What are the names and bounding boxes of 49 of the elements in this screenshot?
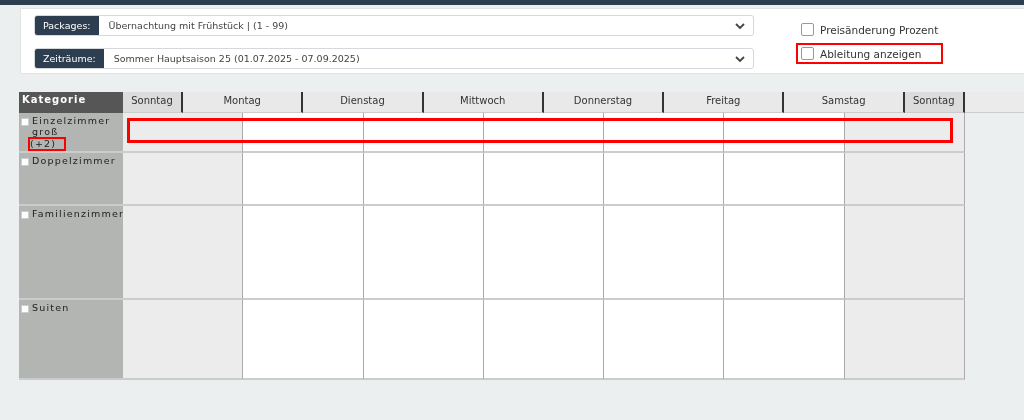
- price-cell[interactable]: [604, 300, 725, 380]
- price-cell[interactable]: [363, 300, 484, 380]
- price-cell[interactable]: [483, 206, 605, 300]
- option-label: Ableitung anzeigen: [820, 47, 922, 60]
- day-header: Samstag: [784, 92, 905, 113]
- chevron-icon: [735, 54, 745, 63]
- price-cell[interactable]: [123, 206, 244, 300]
- column-header: Kategorie: [19, 92, 123, 113]
- price-cell[interactable]: [604, 206, 725, 300]
- price-cell[interactable]: [844, 153, 966, 206]
- price-cell[interactable]: [243, 153, 364, 206]
- category-name: Suiten: [32, 302, 71, 313]
- price-cell[interactable]: [123, 300, 244, 380]
- dropdown[interactable]: Zeiträume: Sommer Hauptsaison 25 (01.07.2025 - 07.09.2025): [34, 48, 754, 69]
- price-cell[interactable]: [363, 153, 484, 206]
- day-header: Sonntag: [904, 92, 965, 113]
- price-cell[interactable]: [243, 300, 364, 380]
- chevron-icon: [735, 21, 745, 30]
- dropdown[interactable]: Packages: Übernachtung mit Frühstück | (1 - 99): [34, 15, 754, 36]
- checkbox[interactable]: [21, 211, 29, 219]
- price-cell[interactable]: [604, 153, 725, 206]
- day-header: Dienstag: [303, 92, 424, 113]
- price-cell[interactable]: [363, 206, 484, 300]
- price-cell[interactable]: [243, 113, 364, 153]
- day-header: Sonntag: [123, 92, 183, 113]
- price-cell[interactable]: [604, 113, 725, 153]
- price-cell[interactable]: [844, 300, 966, 380]
- checkbox[interactable]: [21, 158, 29, 166]
- price-cell[interactable]: [243, 206, 364, 300]
- price-cell[interactable]: [724, 153, 845, 206]
- price-cell[interactable]: [483, 153, 605, 206]
- day-header: Donnerstag: [543, 92, 665, 113]
- day-header: Freitag: [664, 92, 785, 113]
- category-name: Doppelzimmer: [32, 155, 117, 166]
- checkbox[interactable]: [21, 305, 29, 313]
- option-label: Preisänderung Prozent: [820, 23, 939, 36]
- checkbox[interactable]: [801, 47, 814, 60]
- category-name: Einzelzimmer groß: [32, 115, 112, 137]
- checkbox[interactable]: [21, 118, 29, 126]
- day-header: Montag: [183, 92, 304, 113]
- price-cell[interactable]: [724, 206, 845, 300]
- price-cell[interactable]: [483, 300, 605, 380]
- checkbox[interactable]: [801, 23, 814, 36]
- price-cell[interactable]: [844, 206, 966, 300]
- extra-count: (+2): [28, 137, 67, 151]
- price-cell[interactable]: [724, 113, 845, 153]
- price-cell[interactable]: [724, 300, 845, 380]
- price-cell[interactable]: [123, 153, 244, 206]
- day-header: Mittwoch: [423, 92, 544, 113]
